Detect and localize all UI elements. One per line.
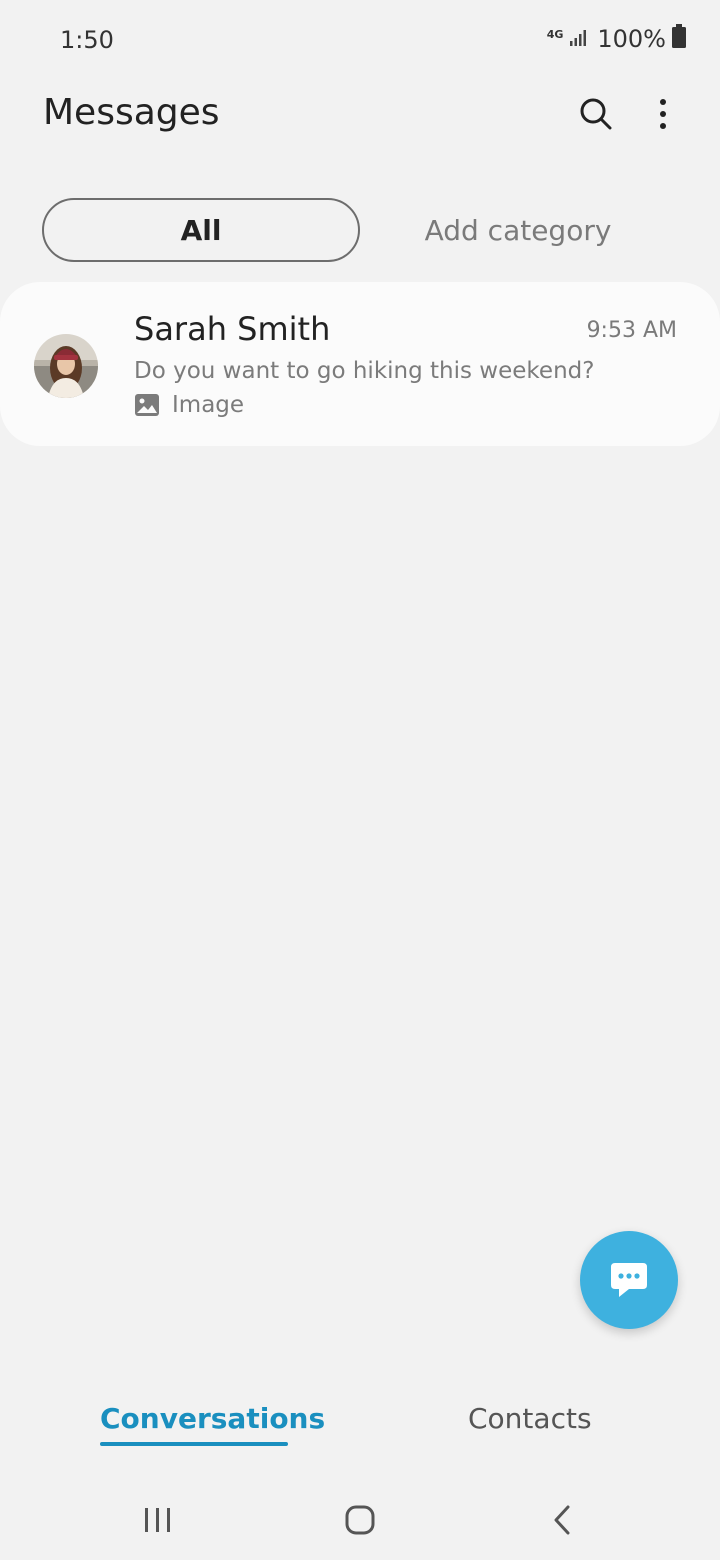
chat-bubble-icon	[611, 1263, 647, 1297]
page-title: Messages	[43, 92, 220, 133]
attachment-label: Image	[172, 392, 245, 418]
status-icons: 4G 100%	[547, 24, 686, 54]
search-button[interactable]	[572, 90, 620, 138]
back-icon	[554, 1505, 570, 1535]
compose-message-button[interactable]	[580, 1231, 678, 1329]
conversation-time: 9:53 AM	[586, 318, 677, 343]
recents-icon	[145, 1508, 170, 1532]
nav-back-button[interactable]	[532, 1494, 592, 1546]
search-icon	[580, 98, 612, 130]
more-vertical-icon	[660, 99, 666, 129]
conversation-contact-name: Sarah Smith	[134, 310, 331, 348]
avatar[interactable]	[34, 334, 98, 398]
add-category-button[interactable]: Add category	[400, 198, 636, 262]
home-icon	[345, 1505, 375, 1535]
image-icon	[135, 394, 159, 416]
battery-icon	[672, 24, 686, 54]
nav-home-button[interactable]	[330, 1494, 390, 1546]
active-tab-indicator	[100, 1442, 288, 1446]
tab-contacts[interactable]: Contacts	[468, 1402, 592, 1435]
attachment-indicator: Image	[134, 392, 244, 418]
more-options-button[interactable]	[639, 90, 687, 138]
category-chip-all[interactable]: All	[42, 198, 360, 262]
battery-level: 100%	[597, 25, 666, 53]
signal-icon	[569, 25, 589, 53]
nav-recents-button[interactable]	[128, 1494, 188, 1546]
conversation-snippet: Do you want to go hiking this weekend?	[134, 358, 595, 384]
network-type: 4G	[546, 27, 564, 41]
tab-conversations[interactable]: Conversations	[100, 1402, 325, 1435]
status-time: 1:50	[60, 26, 114, 54]
